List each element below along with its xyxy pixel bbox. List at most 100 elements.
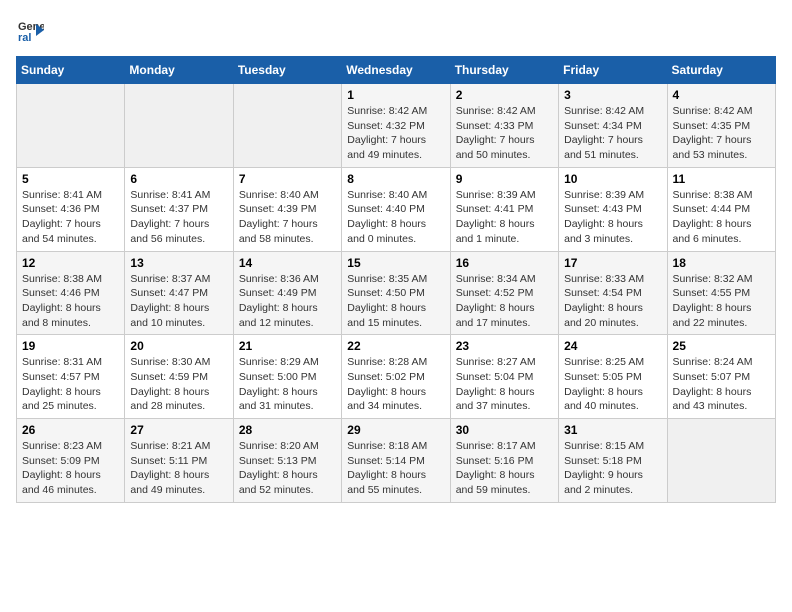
day-number: 24 — [564, 339, 661, 353]
day-info: Sunrise: 8:36 AM Sunset: 4:49 PM Dayligh… — [239, 272, 336, 331]
day-info: Sunrise: 8:30 AM Sunset: 4:59 PM Dayligh… — [130, 355, 227, 414]
day-info: Sunrise: 8:33 AM Sunset: 4:54 PM Dayligh… — [564, 272, 661, 331]
calendar-cell: 27Sunrise: 8:21 AM Sunset: 5:11 PM Dayli… — [125, 419, 233, 503]
day-number: 22 — [347, 339, 444, 353]
day-info: Sunrise: 8:23 AM Sunset: 5:09 PM Dayligh… — [22, 439, 119, 498]
calendar-cell: 10 Sunrise: 8:39 AM Sunset: 4:43 PM Dayli… — [559, 167, 667, 251]
calendar-cell: 25 Sunrise: 8:24 AM Sunset: 5:07 PM Dayli… — [667, 335, 775, 419]
header: Gene ral — [16, 16, 776, 44]
day-number: 3 — [564, 88, 661, 102]
calendar-cell: 26Sunrise: 8:23 AM Sunset: 5:09 PM Dayli… — [17, 419, 125, 503]
day-number: 30 — [456, 423, 553, 437]
day-info: Sunrise: 8:37 AM Sunset: 4:47 PM Dayligh… — [130, 272, 227, 331]
calendar-cell: 18Sunrise: 8:32 AM Sunset: 4:55 PM Dayli… — [667, 251, 775, 335]
week-row-4: 19Sunrise: 8:31 AM Sunset: 4:57 PM Dayli… — [17, 335, 776, 419]
calendar-header-row: SundayMondayTuesdayWednesdayThursdayFrid… — [17, 57, 776, 84]
day-info: Sunrise: 8:28 AM Sunset: 5:02 PM Dayligh… — [347, 355, 444, 414]
day-number: 1 — [347, 88, 444, 102]
day-header-tuesday: Tuesday — [233, 57, 341, 84]
calendar-cell: 4 Sunrise: 8:42 AM Sunset: 4:35 PM Daylig… — [667, 84, 775, 168]
day-number: 8 — [347, 172, 444, 186]
day-info: Sunrise: 8:21 AM Sunset: 5:11 PM Dayligh… — [130, 439, 227, 498]
day-info: Sunrise: 8:38 AM Sunset: 4:44 PM Dayligh… — [673, 188, 770, 247]
day-info: Sunrise: 8:17 AM Sunset: 5:16 PM Dayligh… — [456, 439, 553, 498]
logo: Gene ral — [16, 16, 48, 44]
calendar-cell: 17 Sunrise: 8:33 AM Sunset: 4:54 PM Dayli… — [559, 251, 667, 335]
day-info: Sunrise: 8:35 AM Sunset: 4:50 PM Dayligh… — [347, 272, 444, 331]
day-number: 6 — [130, 172, 227, 186]
day-info: Sunrise: 8:40 AM Sunset: 4:39 PM Dayligh… — [239, 188, 336, 247]
day-info: Sunrise: 8:40 AM Sunset: 4:40 PM Dayligh… — [347, 188, 444, 247]
day-info: Sunrise: 8:42 AM Sunset: 4:35 PM Dayligh… — [673, 104, 770, 163]
day-number: 2 — [456, 88, 553, 102]
day-info: Sunrise: 8:34 AM Sunset: 4:52 PM Dayligh… — [456, 272, 553, 331]
calendar-cell: 21 Sunrise: 8:29 AM Sunset: 5:00 PM Dayli… — [233, 335, 341, 419]
day-info: Sunrise: 8:42 AM Sunset: 4:33 PM Dayligh… — [456, 104, 553, 163]
day-number: 10 — [564, 172, 661, 186]
calendar-cell: 31 Sunrise: 8:15 AM Sunset: 5:18 PM Dayli… — [559, 419, 667, 503]
day-number: 20 — [130, 339, 227, 353]
day-number: 25 — [673, 339, 770, 353]
calendar-cell: 19Sunrise: 8:31 AM Sunset: 4:57 PM Dayli… — [17, 335, 125, 419]
day-header-wednesday: Wednesday — [342, 57, 450, 84]
calendar-cell: 3 Sunrise: 8:42 AM Sunset: 4:34 PM Daylig… — [559, 84, 667, 168]
calendar-cell: 28Sunrise: 8:20 AM Sunset: 5:13 PM Dayli… — [233, 419, 341, 503]
calendar-cell: 5 Sunrise: 8:41 AM Sunset: 4:36 PM Daylig… — [17, 167, 125, 251]
calendar-cell: 23Sunrise: 8:27 AM Sunset: 5:04 PM Dayli… — [450, 335, 558, 419]
day-number: 21 — [239, 339, 336, 353]
calendar-cell: 29 Sunrise: 8:18 AM Sunset: 5:14 PM Dayli… — [342, 419, 450, 503]
day-number: 17 — [564, 256, 661, 270]
day-number: 31 — [564, 423, 661, 437]
calendar-cell — [125, 84, 233, 168]
day-info: Sunrise: 8:41 AM Sunset: 4:36 PM Dayligh… — [22, 188, 119, 247]
day-number: 9 — [456, 172, 553, 186]
day-header-friday: Friday — [559, 57, 667, 84]
day-header-sunday: Sunday — [17, 57, 125, 84]
calendar-cell: 15Sunrise: 8:35 AM Sunset: 4:50 PM Dayli… — [342, 251, 450, 335]
day-info: Sunrise: 8:39 AM Sunset: 4:41 PM Dayligh… — [456, 188, 553, 247]
calendar-cell: 22 Sunrise: 8:28 AM Sunset: 5:02 PM Dayli… — [342, 335, 450, 419]
day-number: 19 — [22, 339, 119, 353]
week-row-1: 1 Sunrise: 8:42 AM Sunset: 4:32 PM Daylig… — [17, 84, 776, 168]
calendar-body: 1 Sunrise: 8:42 AM Sunset: 4:32 PM Daylig… — [17, 84, 776, 503]
calendar-cell — [667, 419, 775, 503]
day-info: Sunrise: 8:15 AM Sunset: 5:18 PM Dayligh… — [564, 439, 661, 498]
day-number: 13 — [130, 256, 227, 270]
day-info: Sunrise: 8:25 AM Sunset: 5:05 PM Dayligh… — [564, 355, 661, 414]
day-number: 29 — [347, 423, 444, 437]
day-number: 16 — [456, 256, 553, 270]
calendar-cell: 24 Sunrise: 8:25 AM Sunset: 5:05 PM Dayli… — [559, 335, 667, 419]
day-info: Sunrise: 8:41 AM Sunset: 4:37 PM Dayligh… — [130, 188, 227, 247]
calendar-cell — [233, 84, 341, 168]
day-number: 18 — [673, 256, 770, 270]
calendar-cell: 16 Sunrise: 8:34 AM Sunset: 4:52 PM Dayli… — [450, 251, 558, 335]
day-info: Sunrise: 8:24 AM Sunset: 5:07 PM Dayligh… — [673, 355, 770, 414]
week-row-2: 5 Sunrise: 8:41 AM Sunset: 4:36 PM Daylig… — [17, 167, 776, 251]
day-number: 12 — [22, 256, 119, 270]
calendar-cell: 11Sunrise: 8:38 AM Sunset: 4:44 PM Dayli… — [667, 167, 775, 251]
day-info: Sunrise: 8:42 AM Sunset: 4:32 PM Dayligh… — [347, 104, 444, 163]
calendar-cell: 12 Sunrise: 8:38 AM Sunset: 4:46 PM Dayli… — [17, 251, 125, 335]
day-info: Sunrise: 8:39 AM Sunset: 4:43 PM Dayligh… — [564, 188, 661, 247]
day-info: Sunrise: 8:29 AM Sunset: 5:00 PM Dayligh… — [239, 355, 336, 414]
day-header-saturday: Saturday — [667, 57, 775, 84]
calendar-cell: 6 Sunrise: 8:41 AM Sunset: 4:37 PM Daylig… — [125, 167, 233, 251]
day-number: 14 — [239, 256, 336, 270]
calendar-cell: 14 Sunrise: 8:36 AM Sunset: 4:49 PM Dayli… — [233, 251, 341, 335]
day-info: Sunrise: 8:18 AM Sunset: 5:14 PM Dayligh… — [347, 439, 444, 498]
day-info: Sunrise: 8:42 AM Sunset: 4:34 PM Dayligh… — [564, 104, 661, 163]
day-info: Sunrise: 8:38 AM Sunset: 4:46 PM Dayligh… — [22, 272, 119, 331]
calendar-table: SundayMondayTuesdayWednesdayThursdayFrid… — [16, 56, 776, 503]
calendar-cell: 2 Sunrise: 8:42 AM Sunset: 4:33 PM Daylig… — [450, 84, 558, 168]
day-number: 7 — [239, 172, 336, 186]
calendar-cell: 13 Sunrise: 8:37 AM Sunset: 4:47 PM Dayli… — [125, 251, 233, 335]
calendar-cell: 30 Sunrise: 8:17 AM Sunset: 5:16 PM Dayli… — [450, 419, 558, 503]
day-number: 23 — [456, 339, 553, 353]
logo-icon: Gene ral — [16, 16, 44, 44]
day-info: Sunrise: 8:20 AM Sunset: 5:13 PM Dayligh… — [239, 439, 336, 498]
day-number: 5 — [22, 172, 119, 186]
calendar-cell — [17, 84, 125, 168]
day-number: 4 — [673, 88, 770, 102]
week-row-3: 12 Sunrise: 8:38 AM Sunset: 4:46 PM Dayli… — [17, 251, 776, 335]
week-row-5: 26Sunrise: 8:23 AM Sunset: 5:09 PM Dayli… — [17, 419, 776, 503]
